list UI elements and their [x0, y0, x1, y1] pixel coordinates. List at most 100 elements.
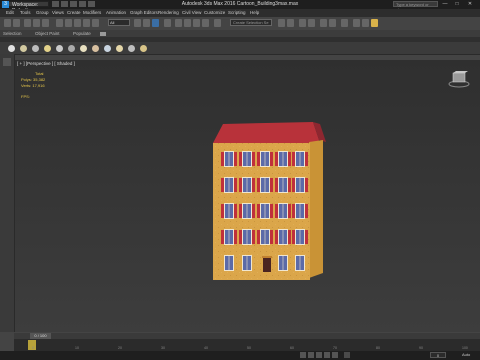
light-icon[interactable] — [44, 45, 51, 52]
select-object-icon[interactable] — [56, 19, 63, 27]
teapot-icon[interactable] — [20, 45, 27, 52]
tab-object-paint[interactable]: Object Paint — [35, 30, 60, 37]
menu-group[interactable]: Group — [36, 9, 49, 17]
building-model[interactable] — [205, 118, 327, 283]
layer-manager-icon[interactable] — [299, 19, 306, 27]
snap-toggle-icon[interactable] — [175, 19, 182, 27]
named-selection-set-dropdown[interactable]: Create Selection Se — [230, 19, 272, 26]
align-icon[interactable] — [287, 19, 294, 27]
scale-icon[interactable] — [143, 19, 150, 27]
window-unit — [224, 255, 234, 271]
auto-key-label[interactable]: Auto — [462, 352, 470, 357]
render-production-icon[interactable] — [371, 19, 378, 27]
schematic-view-icon[interactable] — [329, 19, 336, 27]
helper-icon[interactable] — [68, 45, 75, 52]
current-frame-field[interactable]: 0 — [430, 352, 446, 358]
window-unit — [257, 229, 273, 245]
window-unit — [257, 177, 273, 193]
particle-icon[interactable] — [80, 45, 87, 52]
compound-icon[interactable] — [140, 45, 147, 52]
menu-help[interactable]: Help — [250, 9, 259, 17]
window-unit — [278, 255, 288, 271]
window-unit — [292, 203, 308, 219]
menu-scripting[interactable]: Scripting — [228, 9, 246, 17]
graphite-toggle-icon[interactable] — [308, 19, 315, 27]
mirror-icon[interactable] — [278, 19, 285, 27]
selection-filter-dropdown[interactable]: All — [108, 19, 130, 26]
search-input[interactable]: Type a keyword or phrase — [393, 1, 438, 12]
timeline-tick-label: 50 — [247, 346, 251, 350]
left-command-panel — [0, 54, 15, 332]
bind-space-warp-icon[interactable] — [42, 19, 49, 27]
window-unit — [295, 255, 305, 271]
ribbon-tab-bar — [0, 30, 480, 37]
pivot-center-icon[interactable] — [164, 19, 171, 27]
window-unit — [275, 177, 291, 193]
space-warp-icon[interactable] — [104, 45, 111, 52]
timeline-tick-label: 10 — [75, 346, 79, 350]
panel-pin-icon[interactable] — [3, 58, 11, 66]
status-bar — [0, 351, 480, 360]
sphere-icon[interactable] — [8, 45, 15, 52]
unlink-icon[interactable] — [33, 19, 40, 27]
menu-animation[interactable]: Animation — [106, 9, 126, 17]
viewport-statistics: Total Polys: 35,382 Verts: 17,916 — [21, 71, 45, 89]
rectangular-selection-icon[interactable] — [74, 19, 81, 27]
rotate-icon[interactable] — [134, 19, 141, 27]
play-icon[interactable] — [316, 352, 322, 358]
stats-verts-row: Verts: 17,916 — [21, 83, 45, 89]
tab-populate[interactable]: Populate — [73, 30, 91, 37]
undo-tool-icon[interactable] — [4, 19, 11, 27]
maximize-button[interactable]: □ — [452, 1, 462, 7]
menu-graph-editors[interactable]: Graph Editors — [130, 9, 158, 17]
edit-named-selection-icon[interactable] — [214, 19, 221, 27]
tab-selection[interactable]: Selection — [3, 30, 22, 37]
percent-snap-icon[interactable] — [193, 19, 200, 27]
reference-coordinate-icon[interactable] — [152, 19, 159, 27]
select-by-name-icon[interactable] — [65, 19, 72, 27]
redo-tool-icon[interactable] — [13, 19, 20, 27]
minimize-button[interactable]: — — [440, 1, 450, 7]
rendered-frame-window-icon[interactable] — [362, 19, 369, 27]
viewport-label[interactable]: [ + ] [Perspective ] [ Shaded ] — [17, 61, 75, 66]
close-button[interactable]: ✕ — [465, 1, 475, 7]
ribbon-toggle-icon[interactable] — [100, 32, 106, 36]
menu-edit[interactable]: Edit — [6, 9, 14, 17]
link-icon[interactable] — [24, 19, 31, 27]
go-to-end-icon[interactable] — [332, 352, 338, 358]
angle-snap-icon[interactable] — [184, 19, 191, 27]
window-unit — [292, 151, 308, 167]
render-setup-icon[interactable] — [353, 19, 360, 27]
menu-customize[interactable]: Customize — [204, 9, 225, 17]
window-unit — [292, 177, 308, 193]
camera-icon[interactable] — [56, 45, 63, 52]
go-to-start-icon[interactable] — [300, 352, 306, 358]
select-move-icon[interactable] — [92, 19, 99, 27]
menu-create[interactable]: Create — [67, 9, 81, 17]
previous-frame-icon[interactable] — [308, 352, 314, 358]
curve-editor-icon[interactable] — [320, 19, 327, 27]
timeline-tick-label: 20 — [118, 346, 122, 350]
set-key-icon[interactable] — [344, 352, 350, 358]
spinner-snap-icon[interactable] — [202, 19, 209, 27]
shape-icon[interactable] — [128, 45, 135, 52]
cylinder-icon[interactable] — [32, 45, 39, 52]
menu-rendering[interactable]: Rendering — [158, 9, 179, 17]
window-unit — [275, 203, 291, 219]
viewcube-icon[interactable] — [448, 70, 470, 88]
menu-civil-view[interactable]: Civil View — [182, 9, 201, 17]
stats-verts-value: 17,916 — [32, 83, 45, 88]
next-frame-icon[interactable] — [324, 352, 330, 358]
menu-modifiers[interactable]: Modifiers — [83, 9, 101, 17]
system-icon[interactable] — [92, 45, 99, 52]
window-unit — [257, 151, 273, 167]
window-unit — [239, 177, 255, 193]
menu-tools[interactable]: Tools — [20, 9, 31, 17]
material-editor-icon[interactable] — [341, 19, 348, 27]
stats-verts-label: Verts: — [21, 83, 32, 88]
window-crossing-icon[interactable] — [83, 19, 90, 27]
render-icon[interactable] — [116, 45, 123, 52]
window-unit — [257, 203, 273, 219]
menu-views[interactable]: Views — [52, 9, 64, 17]
window-unit — [221, 203, 237, 219]
